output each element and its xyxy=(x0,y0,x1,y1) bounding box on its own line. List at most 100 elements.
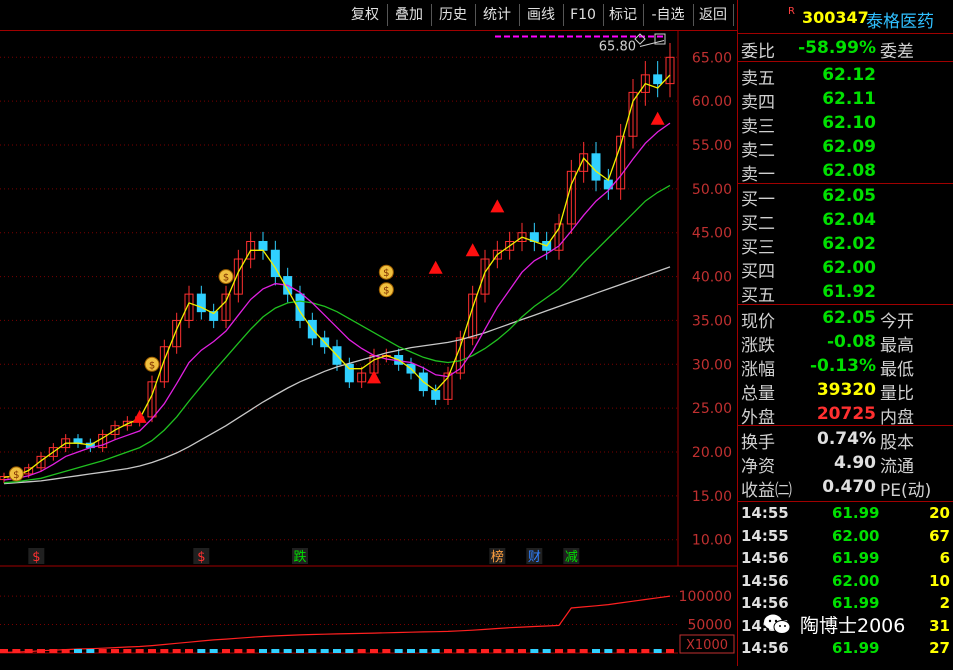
stock-flag: R xyxy=(788,6,795,17)
volume-bar xyxy=(345,649,354,653)
row-label: 买一 xyxy=(741,190,775,210)
tick-price: 61.99 xyxy=(832,504,880,522)
buy-signal-triangle xyxy=(367,370,381,384)
row-value: -58.99% xyxy=(798,38,876,58)
sell-row: 卖一 62.08 xyxy=(738,159,953,185)
buy-signal-triangle xyxy=(132,409,147,423)
row-label: 买五 xyxy=(741,286,775,306)
fund-row: 换手 0.74% 股本 xyxy=(738,427,953,453)
volume-bar xyxy=(222,649,230,653)
stock-name[interactable]: 泰格医药 xyxy=(866,7,934,32)
event-tag: $ xyxy=(32,550,40,565)
volume-bar xyxy=(0,649,8,653)
tick-time: 14:56 xyxy=(741,571,789,590)
volume-bar xyxy=(234,649,243,653)
coin-marker-label: $ xyxy=(383,286,389,297)
volume-bar xyxy=(172,649,181,653)
toolbar-button-1[interactable]: 叠加 xyxy=(387,4,432,26)
row-value: 4.90 xyxy=(834,453,876,473)
tick-volume: 67 xyxy=(929,526,950,545)
tick-time: 14:56 xyxy=(741,594,789,612)
diamond-icon xyxy=(634,33,646,45)
toolbar: 复权 叠加 历史 统计 画线 F10 标记 -自选 返回 xyxy=(0,0,737,31)
volume-bar xyxy=(123,649,132,653)
toolbar-button-2[interactable]: 历史 xyxy=(431,4,476,26)
fund-row: 净资 4.90 流通 xyxy=(738,451,953,477)
toolbar-button-5[interactable]: F10 xyxy=(563,4,604,26)
volume-bar xyxy=(456,649,465,653)
y-tick-label: 35.00 xyxy=(692,313,732,329)
tick-row: 14:56 61.99 27 xyxy=(738,639,953,661)
toolbar-button-4[interactable]: 画线 xyxy=(519,4,564,26)
volume-bar xyxy=(407,649,415,653)
high-price-label: 65.80 xyxy=(599,40,636,55)
quote-row: 总量 39320 量比 xyxy=(738,378,953,404)
row-label: 涨幅 xyxy=(741,360,775,380)
y-tick-label: 45.00 xyxy=(692,226,732,242)
toolbar-button-3[interactable]: 统计 xyxy=(475,4,520,26)
volume-tick-label: 100000 xyxy=(679,589,732,605)
kline-svg[interactable]: 65.00 60.00 55.00 50.00 45.00 40.00 35.00 30.00… xyxy=(0,31,737,666)
candle-body xyxy=(431,390,441,400)
toolbar-button-8[interactable]: 返回 xyxy=(693,4,734,26)
ma-white-line xyxy=(3,266,671,485)
stock-code[interactable]: 300347 xyxy=(802,8,869,27)
row-label-2: PE(动) xyxy=(880,481,932,501)
volume-bar xyxy=(357,649,366,653)
volume-bar xyxy=(148,649,156,653)
tick-time: 14:56 xyxy=(741,639,789,657)
volume-bar xyxy=(37,649,45,653)
volume-bar xyxy=(296,649,304,653)
volume-bar xyxy=(197,649,206,653)
volume-bar xyxy=(333,649,341,653)
tick-price: 61.99 xyxy=(832,594,880,612)
volume-bar xyxy=(505,649,514,653)
row-label-2: 最低 xyxy=(880,360,914,380)
ma-magenta-line xyxy=(3,122,671,481)
toolbar-button-7[interactable]: -自选 xyxy=(643,4,694,26)
row-value: 0.74% xyxy=(817,429,876,449)
tick-volume: 10 xyxy=(929,571,950,590)
candle-body xyxy=(591,153,601,181)
volume-bar xyxy=(98,649,107,653)
quote-row: 外盘 20725 内盘 xyxy=(738,402,953,428)
row-value: -0.13% xyxy=(809,356,876,376)
tick-price: 61.99 xyxy=(832,639,880,657)
volume-unit-label: X1000 xyxy=(686,638,728,653)
buy-signal-triangle xyxy=(465,243,480,257)
toolbar-button-0[interactable]: 复权 xyxy=(343,4,388,26)
volume-bar xyxy=(283,649,292,653)
tick-price: 61.99 xyxy=(832,549,880,567)
tick-time: 14:56 xyxy=(741,549,789,567)
candle-body xyxy=(258,240,268,251)
kline-chart[interactable]: 65.00 60.00 55.00 50.00 45.00 40.00 35.00 30.00… xyxy=(0,31,737,666)
volume-bar xyxy=(370,649,378,653)
row-label: 总量 xyxy=(741,384,775,404)
volume-bar xyxy=(567,649,576,653)
y-tick-label: 65.00 xyxy=(692,50,732,66)
tick-volume: 20 xyxy=(929,504,950,522)
row-value: 61.92 xyxy=(822,282,876,302)
volume-bar xyxy=(160,649,169,653)
row-value: 62.09 xyxy=(822,137,876,157)
row-label: 卖三 xyxy=(741,117,775,137)
row-label-2: 最高 xyxy=(880,336,914,356)
quote-row: 现价 62.05 今开 xyxy=(738,306,953,332)
tick-row: 14:56 61.99 6 xyxy=(738,549,953,571)
toolbar-button-6[interactable]: 标记 xyxy=(603,4,644,26)
y-tick-label: 60.00 xyxy=(692,94,732,110)
tick-row: 14:55 62.00 67 xyxy=(738,527,953,549)
y-tick-label: 40.00 xyxy=(692,270,732,286)
row-label: 换手 xyxy=(741,433,775,453)
volume-bar xyxy=(308,649,317,653)
row-label-2: 委差 xyxy=(880,42,914,62)
volume-bar xyxy=(111,649,119,653)
volume-bar xyxy=(616,649,625,653)
row-value: 0.470 xyxy=(822,477,876,497)
quote-panel: R 300347 泰格医药 委比 -58.99% 委差 卖五 62.12 卖四 62.11 卖… xyxy=(737,0,953,666)
row-value: 62.11 xyxy=(822,89,876,109)
sell-row: 卖五 62.12 xyxy=(738,63,953,89)
event-tag: $ xyxy=(197,550,205,565)
tick-volume: 6 xyxy=(939,549,950,567)
divider xyxy=(738,304,953,305)
